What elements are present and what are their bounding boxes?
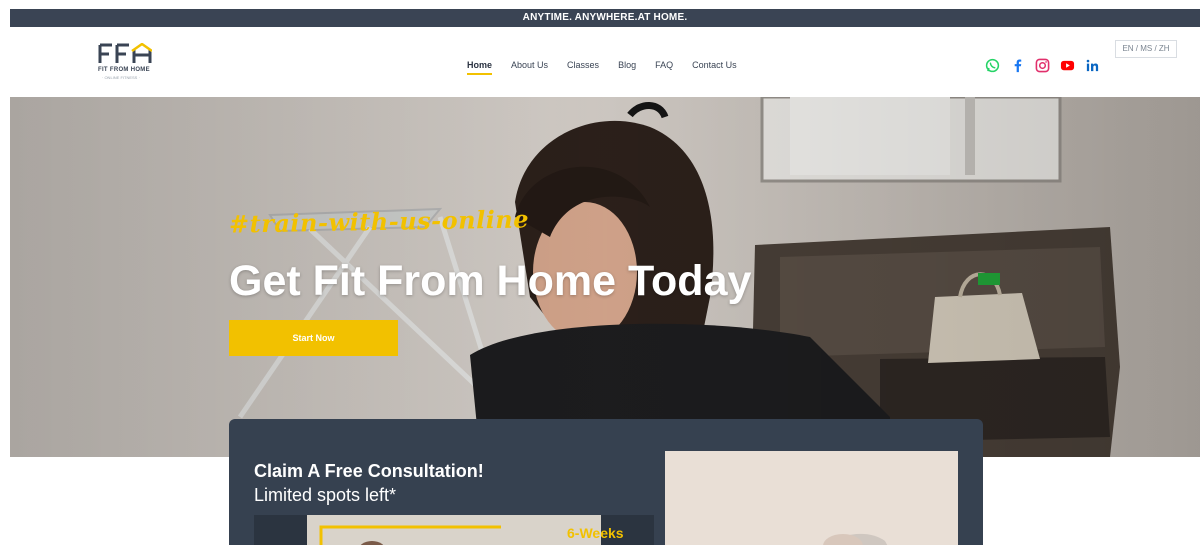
six-weeks-badge: 6-Weeks — [567, 525, 624, 541]
consultation-title: Claim A Free Consultation! — [254, 461, 484, 481]
facebook-icon[interactable] — [1010, 58, 1025, 73]
page: ANYTIME. ANYWHERE.AT HOME. FIT FROM HOME… — [0, 0, 1200, 545]
thumbnail-frame — [319, 525, 501, 545]
hero-banner: #train-with-us-online Get Fit From Home … — [10, 97, 1200, 457]
site-logo[interactable]: FIT FROM HOME · ONLINE FITNESS · — [98, 43, 154, 81]
program-thumbnail[interactable]: 6-Weeks — [254, 515, 654, 545]
whatsapp-icon[interactable] — [985, 58, 1000, 73]
consultation-photo-image — [665, 451, 958, 545]
linkedin-icon[interactable] — [1085, 58, 1100, 73]
social-links — [985, 58, 1100, 73]
ffh-logo-mark — [98, 43, 152, 63]
nav-about-us[interactable]: About Us — [511, 60, 548, 70]
hero-title: Get Fit From Home Today — [229, 257, 752, 305]
language-switcher[interactable]: EN / MS / ZH — [1115, 40, 1177, 58]
consultation-card: Claim A Free Consultation! Limited spots… — [229, 419, 983, 545]
main-nav: Home About Us Classes Blog FAQ Contact U… — [467, 60, 756, 75]
start-now-button[interactable]: Start Now — [229, 320, 398, 356]
instagram-icon[interactable] — [1035, 58, 1050, 73]
site-header: FIT FROM HOME · ONLINE FITNESS · Home Ab… — [10, 27, 1200, 97]
nav-contact-us[interactable]: Contact Us — [692, 60, 737, 70]
consultation-photo — [665, 451, 958, 545]
logo-text: FIT FROM HOME — [98, 67, 150, 73]
consultation-subtitle: Limited spots left* — [254, 485, 397, 505]
nav-faq[interactable]: FAQ — [655, 60, 673, 70]
nav-home[interactable]: Home — [467, 60, 493, 75]
logo-subtext: · ONLINE FITNESS · — [102, 75, 140, 80]
nav-classes[interactable]: Classes — [567, 60, 599, 70]
announcement-bar: ANYTIME. ANYWHERE.AT HOME. — [10, 9, 1200, 27]
program-thumbnail-image: 6-Weeks — [307, 515, 624, 545]
youtube-icon[interactable] — [1060, 58, 1075, 73]
hero-hashtag: #train-with-us-online — [228, 204, 530, 239]
nav-blog[interactable]: Blog — [618, 60, 636, 70]
